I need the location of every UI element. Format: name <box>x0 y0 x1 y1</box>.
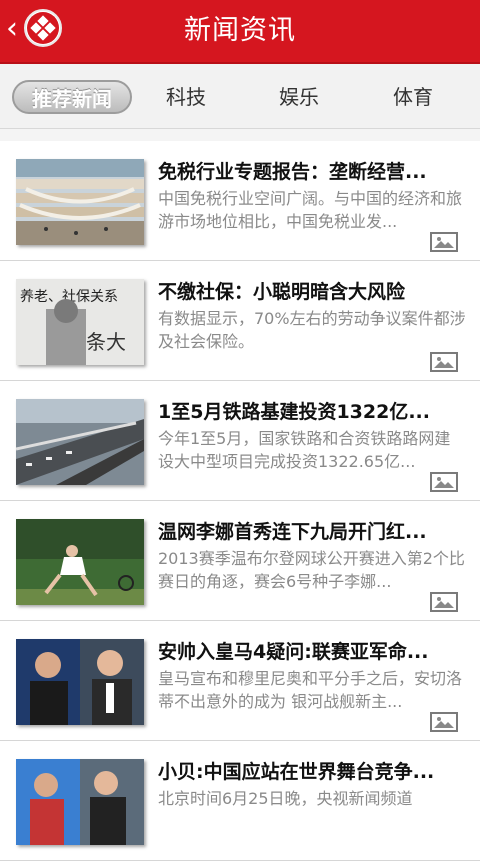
picture-icon <box>430 232 458 252</box>
tab-sports[interactable]: 体育 <box>377 80 449 114</box>
news-item[interactable]: 小贝:中国应站在世界舞台竞争... 北京时间6月25日晚，央视新闻频道 <box>0 741 480 861</box>
picture-icon <box>430 352 458 372</box>
news-thumbnail-interview <box>16 759 144 845</box>
news-thumbnail-poster: 养老、社保关系 条大 <box>16 279 144 365</box>
news-item[interactable]: 免税行业专题报告：垄断经营... 中国免税行业空间广阔。与中国的经济和旅游市场地… <box>0 141 480 261</box>
news-headline: 温网李娜首秀连下九局开门红... <box>158 521 427 543</box>
tab-tech[interactable]: 科技 <box>150 80 222 114</box>
news-headline: 安帅入皇马4疑问:联赛亚军命... <box>158 641 429 663</box>
news-headline: 小贝:中国应站在世界舞台竞争... <box>158 761 435 783</box>
news-item[interactable]: 养老、社保关系 条大 不缴社保：小聪明暗含大风险 有数据显示，70%左右的劳动争… <box>0 261 480 381</box>
news-thumbnail-coaches <box>16 639 144 725</box>
news-item[interactable]: 安帅入皇马4疑问:联赛亚军命... 皇马宣布和穆里尼奥和平分手之后，安切洛蒂不出… <box>0 621 480 741</box>
news-summary: 北京时间6月25日晚，央视新闻频道 <box>158 789 413 808</box>
news-summary: 2013赛季温布尔登网球公开赛进入第2个比赛日的角逐，赛会6号种子李娜... <box>158 549 465 591</box>
news-thumbnail-tennis <box>16 519 144 605</box>
news-headline: 免税行业专题报告：垄断经营... <box>158 161 427 183</box>
app-header: ‹ 新闻资讯 <box>0 0 480 64</box>
news-item[interactable]: 1至5月铁路基建投资1322亿... 今年1至5月，国家铁路和合资铁路路网建设大… <box>0 381 480 501</box>
news-headline: 不缴社保：小聪明暗含大风险 <box>158 281 406 303</box>
tab-entertainment[interactable]: 娱乐 <box>263 80 335 114</box>
picture-icon <box>430 592 458 612</box>
category-tabs: 推荐新闻 科技 娱乐 体育 <box>0 64 480 129</box>
picture-icon <box>430 712 458 732</box>
news-thumbnail-railway <box>16 399 144 485</box>
picture-icon <box>430 472 458 492</box>
news-headline: 1至5月铁路基建投资1322亿... <box>158 401 430 423</box>
news-summary: 中国免税行业空间广阔。与中国的经济和旅游市场地位相比，中国免税业发... <box>158 189 463 231</box>
news-item[interactable]: 温网李娜首秀连下九局开门红... 2013赛季温布尔登网球公开赛进入第2个比赛日… <box>0 501 480 621</box>
news-summary: 有数据显示，70%左右的劳动争议案件都涉及社会保险。 <box>158 309 466 351</box>
news-thumbnail-mall <box>16 159 144 245</box>
news-summary: 今年1至5月，国家铁路和合资铁路路网建设大中型项目完成投资1322.65亿... <box>158 429 451 471</box>
page-title: 新闻资讯 <box>184 15 296 46</box>
news-summary: 皇马宣布和穆里尼奥和平分手之后，安切洛蒂不出意外的成为 银河战舰新主... <box>158 669 463 711</box>
tab-recommended[interactable]: 推荐新闻 <box>12 80 132 114</box>
svg-text:条大: 条大 <box>86 330 126 354</box>
